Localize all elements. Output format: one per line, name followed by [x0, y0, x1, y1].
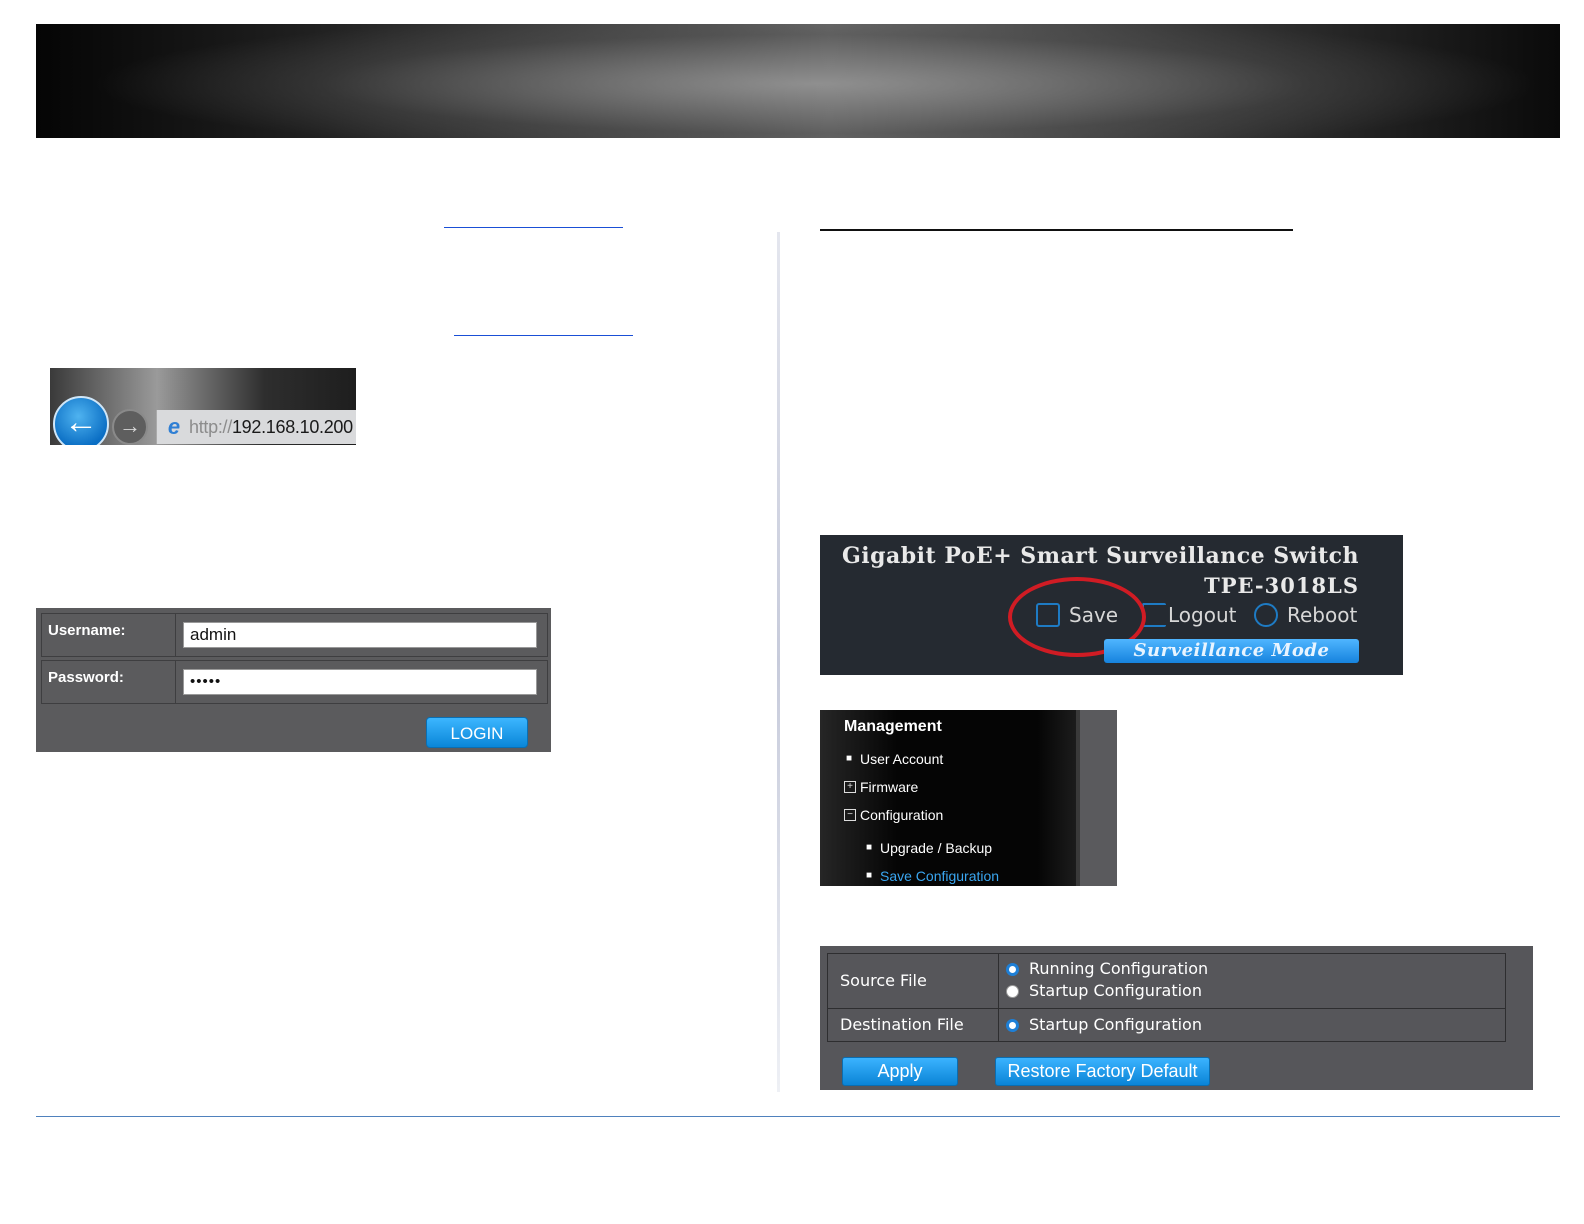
password-field[interactable]: ••••• [183, 669, 537, 695]
destination-file-label: Destination File [828, 1009, 999, 1041]
login-button[interactable]: LOGIN [426, 717, 528, 748]
hyperlink-underline[interactable] [454, 335, 633, 336]
radio-startup-configuration[interactable] [1006, 985, 1019, 998]
password-row: Password: ••••• [41, 660, 548, 704]
expand-plus-icon[interactable]: + [844, 781, 856, 793]
option-startup-configuration: Startup Configuration [1029, 981, 1202, 1000]
footer-rule [36, 1116, 1560, 1117]
back-arrow-icon[interactable]: ← [53, 396, 109, 445]
url-field[interactable]: e http://192.168.10.200 [156, 410, 356, 444]
username-field[interactable]: admin [183, 622, 537, 648]
radio-destination-startup[interactable] [1006, 1019, 1019, 1032]
menu-item-configuration[interactable]: Configuration [860, 807, 943, 823]
radio-running-configuration[interactable] [1006, 963, 1019, 976]
surveillance-mode-button[interactable]: Surveillance Mode [1104, 639, 1359, 663]
menu-item-firmware[interactable]: Firmware [860, 779, 918, 795]
option-destination-startup: Startup Configuration [1029, 1015, 1202, 1034]
password-label: Password: [42, 661, 176, 703]
switch-header: Gigabit PoE+ Smart Surveillance Switch T… [820, 535, 1403, 675]
url-protocol: http:// [189, 417, 232, 437]
source-file-label: Source File [828, 954, 999, 1008]
bullet-icon: ■ [866, 870, 873, 881]
collapse-minus-icon[interactable]: − [844, 809, 856, 821]
menu-item-user-account[interactable]: User Account [860, 751, 943, 767]
source-file-row: Source File Running Configuration Startu… [827, 953, 1506, 1009]
switch-title: Gigabit PoE+ Smart Surveillance Switch [841, 543, 1359, 569]
apply-button[interactable]: Apply [842, 1057, 958, 1086]
bullet-icon: ■ [846, 753, 853, 764]
switch-model: TPE-3018LS [1204, 573, 1359, 598]
username-label: Username: [42, 614, 176, 656]
menu-item-upgrade-backup[interactable]: Upgrade / Backup [880, 840, 992, 856]
forward-arrow-icon[interactable]: → [112, 409, 148, 445]
browser-address-bar: ← → e http://192.168.10.200 [50, 368, 356, 445]
internet-explorer-icon: e [167, 414, 181, 439]
url-text: http://192.168.10.200 [189, 415, 353, 439]
menu-background [820, 710, 1080, 886]
restore-factory-default-button[interactable]: Restore Factory Default [995, 1057, 1210, 1086]
header-banner [36, 24, 1560, 138]
menu-item-save-configuration[interactable]: Save Configuration [880, 868, 999, 884]
menu-heading: Management [844, 718, 942, 735]
username-row: Username: admin [41, 613, 548, 657]
url-host: 192.168.10.200 [231, 417, 353, 437]
destination-file-row: Destination File Startup Configuration [827, 1008, 1506, 1042]
management-menu: Management ■ User Account + Firmware − C… [820, 710, 1117, 886]
column-divider [777, 232, 780, 1092]
save-configuration-panel: Source File Running Configuration Startu… [820, 946, 1533, 1090]
option-running-configuration: Running Configuration [1029, 959, 1209, 978]
reboot-icon[interactable] [1254, 603, 1278, 627]
logout-link[interactable]: Logout [1168, 603, 1236, 627]
reboot-link[interactable]: Reboot [1287, 603, 1357, 627]
bullet-icon: ■ [866, 842, 873, 853]
section-heading-rule [820, 229, 1293, 231]
login-panel: Username: admin Password: ••••• LOGIN [36, 608, 551, 752]
hyperlink-underline[interactable] [444, 227, 623, 228]
